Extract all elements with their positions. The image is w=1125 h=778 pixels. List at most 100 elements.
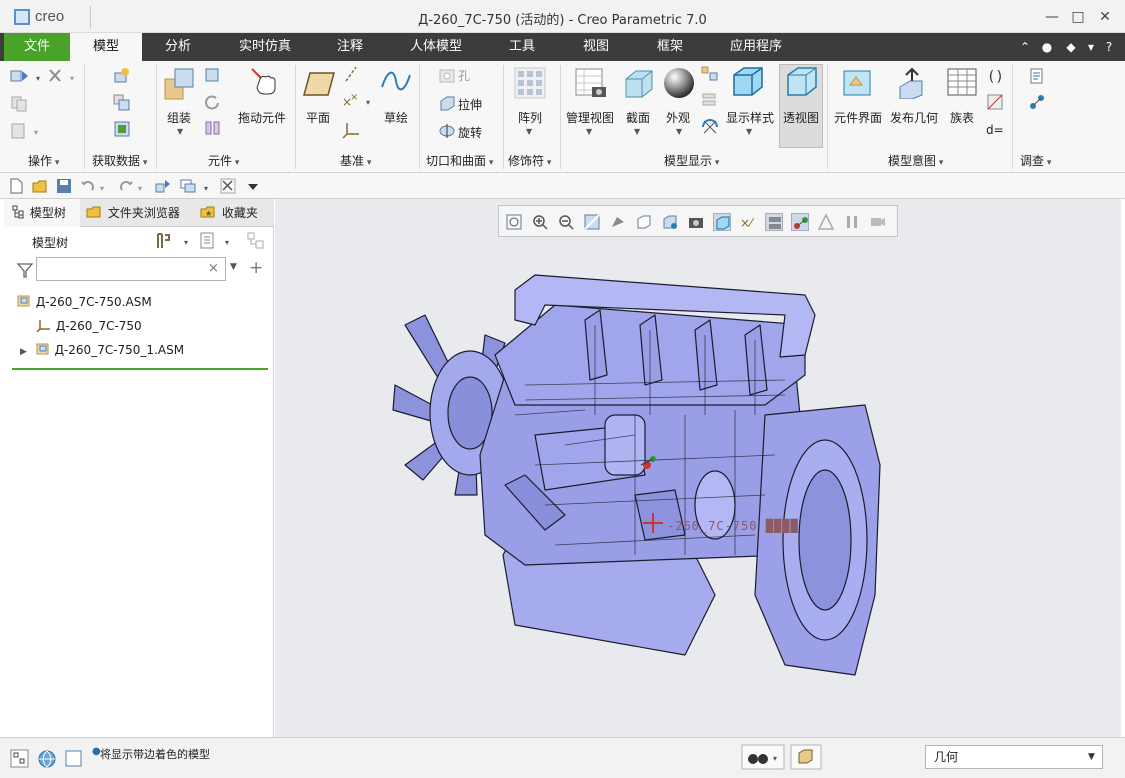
clear-search-icon[interactable]: × [208,261,219,276]
maximize-button[interactable]: □ [1068,7,1088,27]
regenerate-quick-icon[interactable] [155,178,171,194]
expand-arrow-icon[interactable]: ▶ [20,347,27,357]
appearance-dropdown-icon[interactable]: ▼ [676,127,682,136]
switch-dimensions-button[interactable]: d= [986,123,1004,137]
group-label-investigate[interactable]: 调查 [1020,152,1051,168]
perspective-view-button[interactable]: 透视图 [783,109,819,126]
browser-toggle-icon[interactable] [37,749,57,769]
manage-views-button[interactable]: 管理视图 [566,109,614,126]
manage-views-icon[interactable] [574,67,608,101]
regenerate-icon[interactable]: ▾ [10,67,50,87]
tree-item-root-assembly[interactable]: Д-260_7С-750.ASM [16,291,152,313]
tree-item-sub-assembly[interactable]: ▶ Д-260_7С-750_1.ASM [20,339,184,361]
tab-file[interactable]: 文件 [4,33,70,61]
section-button[interactable]: 截面 [626,109,650,126]
coordinate-system-icon[interactable] [342,119,362,139]
group-label-get-data[interactable]: 获取数据 [92,152,147,168]
appearance-icon[interactable] [662,65,696,101]
spin-center-toggle-icon[interactable] [791,213,809,231]
shrinkwrap-icon[interactable] [112,119,132,139]
show-options-icon[interactable]: ▾ [199,231,239,251]
selection-filter-select[interactable]: 几何 [925,745,1103,769]
filter-dropdown-icon[interactable]: ▼ [1088,752,1095,762]
refit-icon[interactable] [505,213,523,231]
tree-item-coordinate-system[interactable]: Д-260_7С-750 [36,315,142,337]
extrude-button[interactable]: 拉伸 [458,96,482,113]
tab-model-tree[interactable]: 模型树 [4,199,80,227]
tab-applications[interactable]: 应用程序 [716,33,796,61]
find-icon[interactable]: ▾ [741,744,785,770]
view-manager-icon[interactable] [700,65,720,83]
extrude-icon[interactable] [438,94,456,112]
tab-view[interactable]: 视图 [568,33,624,61]
customize-toolbar-icon[interactable] [245,178,261,194]
tree-filters-icon[interactable] [246,231,268,251]
tab-simulation[interactable]: 实时仿真 [226,33,304,61]
parameters-icon[interactable] [986,93,1004,111]
pattern-icon[interactable] [514,67,546,99]
drag-components-button[interactable]: 拖动元件 [238,109,286,126]
engine-3d-model[interactable] [385,265,895,685]
user-icon[interactable]: ● [1038,33,1056,61]
add-filter-icon[interactable]: + [249,258,263,278]
zoom-out-icon[interactable] [557,213,575,231]
component-interface-button[interactable]: 元件界面 [834,109,882,126]
display-style-view-icon[interactable] [609,213,627,231]
minimize-button[interactable]: — [1042,7,1062,27]
tab-analysis[interactable]: 分析 [148,33,208,61]
model-tree-search-input[interactable] [36,257,226,281]
appearance-button[interactable]: 外观 [666,109,690,126]
display-style-dropdown-icon[interactable]: ▼ [746,127,752,136]
display-style-icon[interactable] [730,65,766,101]
assemble-icon[interactable] [163,67,197,103]
sketch-icon[interactable] [380,67,412,97]
full-screen-icon[interactable] [64,749,84,769]
display-style-button[interactable]: 显示样式 [726,109,774,126]
perspective-view-icon[interactable] [784,65,820,101]
search-options-dropdown-icon[interactable]: ▼ [230,262,237,272]
assemble-button[interactable]: 组装 [167,109,191,126]
new-file-icon[interactable] [8,178,24,194]
paste-icon[interactable]: ▾ [10,121,46,141]
copy-icon[interactable] [10,95,30,113]
global-reference-viewer-icon[interactable] [1028,67,1046,85]
revolve-icon[interactable] [438,122,456,140]
family-table-button[interactable]: 族表 [950,109,974,126]
hole-icon[interactable] [438,67,456,85]
open-file-icon[interactable] [32,178,48,194]
undo-icon[interactable]: ▾ [80,178,108,194]
saved-orientations-icon[interactable] [635,213,653,231]
help-icon[interactable]: ? [1100,33,1118,61]
group-label-operations[interactable]: 操作 [28,152,59,168]
save-icon[interactable] [56,178,72,194]
spin-center-icon[interactable] [700,117,720,137]
pattern-dropdown-icon[interactable]: ▼ [526,127,532,136]
close-button[interactable]: ✕ [1095,7,1115,27]
pause-icon[interactable] [843,213,861,231]
mirror-component-icon[interactable] [204,119,222,137]
create-component-icon[interactable] [204,67,222,85]
view-manager-view-icon[interactable] [661,213,679,231]
plane-button[interactable]: 平面 [306,109,330,126]
zoom-in-icon[interactable] [531,213,549,231]
warning-icon[interactable] [817,213,835,231]
group-label-cut-and-surface[interactable]: 切口和曲面 [426,152,493,168]
pattern-button[interactable]: 阵列 [518,109,542,126]
tab-human-model[interactable]: 人体模型 [396,33,476,61]
video-icon[interactable] [869,213,887,231]
selection-box-icon[interactable] [790,744,822,770]
redo-icon[interactable]: ▾ [118,178,146,194]
group-label-model-intent[interactable]: 模型意图 [888,152,943,168]
group-label-model-display[interactable]: 模型显示 [664,152,719,168]
point-icon[interactable]: ×× ▾ [342,91,378,111]
hole-button[interactable]: 孔 [458,67,470,84]
tree-settings-icon[interactable]: ▾ [154,231,198,251]
plane-icon[interactable] [302,69,336,99]
tab-folder-browser[interactable]: 文件夹浏览器 [86,199,196,227]
group-label-component[interactable]: 元件 [208,152,239,168]
axis-icon[interactable] [342,65,362,85]
publish-geometry-icon[interactable] [896,67,930,99]
sketch-button[interactable]: 草绘 [384,109,408,126]
windows-icon[interactable]: ▾ [180,178,212,194]
layers-icon[interactable] [700,91,720,109]
